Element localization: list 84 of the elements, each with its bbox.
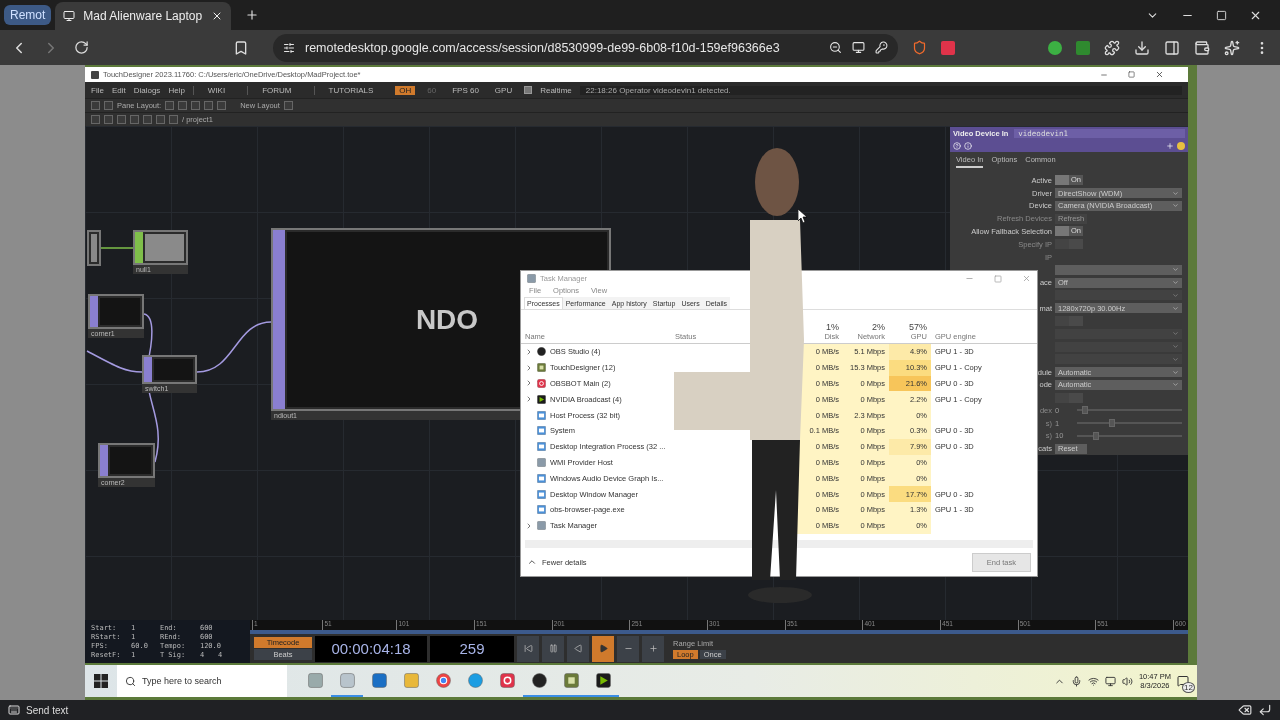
plus-icon bbox=[648, 644, 658, 653]
status-indicator: OH bbox=[395, 85, 416, 95]
close-icon[interactable] bbox=[1155, 70, 1164, 79]
expand-icon[interactable] bbox=[525, 521, 533, 530]
status-indicator: GPU bbox=[493, 85, 514, 95]
window-icon bbox=[537, 426, 546, 436]
input-strip bbox=[90, 296, 98, 327]
speaker-icon[interactable] bbox=[1121, 675, 1133, 687]
window-icon bbox=[537, 489, 546, 499]
key-icon[interactable] bbox=[875, 41, 888, 54]
link-button[interactable]: FORUM bbox=[247, 85, 306, 95]
input-strip bbox=[135, 232, 143, 263]
zoom-out-icon[interactable] bbox=[829, 41, 842, 54]
menu-item[interactable]: Dialogs bbox=[133, 85, 161, 95]
chevron-up-icon bbox=[527, 557, 537, 567]
search-icon bbox=[125, 675, 136, 687]
tab-icon bbox=[63, 10, 76, 22]
checkbox-label: Realtime bbox=[540, 85, 572, 95]
step-back-icon bbox=[573, 644, 583, 653]
extensions-icon[interactable] bbox=[1104, 39, 1120, 56]
preview-text: NDO bbox=[415, 303, 479, 336]
enter-icon[interactable] bbox=[1258, 703, 1272, 717]
pause-icon bbox=[548, 644, 558, 653]
operator-node[interactable] bbox=[98, 443, 155, 478]
new-tab-icon[interactable] bbox=[245, 8, 260, 22]
arrow-app-icon bbox=[537, 394, 546, 404]
menu-item[interactable]: File bbox=[91, 85, 104, 95]
window-icon bbox=[537, 505, 546, 515]
input-strip bbox=[144, 357, 152, 382]
app-icon bbox=[91, 70, 99, 79]
site-settings-icon bbox=[283, 41, 295, 54]
search-field[interactable]: Type here to search bbox=[117, 665, 287, 697]
add-button[interactable] bbox=[283, 101, 293, 110]
sparkle-icon[interactable] bbox=[1224, 39, 1240, 56]
operator-node[interactable] bbox=[133, 230, 188, 265]
bookmark-icon[interactable] bbox=[233, 39, 249, 56]
notification-count: 12 bbox=[1182, 682, 1195, 693]
status-indicator: FPS 60 bbox=[451, 85, 480, 95]
monitor-icon[interactable] bbox=[852, 41, 865, 54]
operator-node[interactable] bbox=[88, 294, 144, 329]
ring-app-icon bbox=[499, 672, 515, 688]
transport-button[interactable] bbox=[642, 635, 664, 662]
shield-icon[interactable] bbox=[912, 40, 927, 55]
link-button[interactable]: TUTORIALS bbox=[313, 85, 388, 95]
frame-display: 259 bbox=[430, 635, 514, 662]
window-icon bbox=[537, 442, 546, 452]
info-icon[interactable] bbox=[964, 141, 972, 150]
input-strip bbox=[100, 445, 108, 476]
microphone-icon[interactable] bbox=[1070, 675, 1082, 687]
checkbox[interactable] bbox=[524, 86, 533, 94]
menu-item[interactable]: Help bbox=[168, 85, 185, 95]
monitor-icon[interactable] bbox=[1104, 675, 1116, 687]
plus-icon[interactable] bbox=[1166, 141, 1174, 150]
help-icon[interactable] bbox=[953, 141, 961, 150]
timecode-display: 00:00:04:18 bbox=[315, 635, 427, 662]
menu-item[interactable]: Edit bbox=[111, 85, 126, 95]
keyboard-icon[interactable] bbox=[8, 704, 20, 716]
transport-button[interactable] bbox=[542, 635, 564, 662]
extension-icon[interactable] bbox=[1076, 40, 1090, 55]
browser-tab[interactable]: Remot bbox=[4, 5, 52, 25]
backspace-icon[interactable] bbox=[1238, 703, 1252, 717]
download-icon[interactable] bbox=[1134, 39, 1150, 56]
extension-icon[interactable] bbox=[1048, 40, 1062, 55]
transport-button[interactable] bbox=[592, 635, 614, 662]
connection-wire bbox=[100, 247, 134, 249]
rewind-icon bbox=[523, 644, 533, 653]
window-icon bbox=[537, 410, 546, 420]
address-bar[interactable]: remotedesktop.google.com/access/session/d8530999-de99-6b08-f10d-159ef96366e3 bbox=[273, 33, 898, 62]
reload-icon[interactable] bbox=[74, 40, 89, 55]
notification-icon[interactable] bbox=[1177, 675, 1189, 687]
operator-node[interactable] bbox=[87, 230, 101, 266]
link-button[interactable]: WIKI bbox=[192, 85, 240, 95]
arrow-app-icon bbox=[595, 672, 611, 688]
play-icon bbox=[598, 644, 608, 653]
status-message: 22:18:26 Operator videodevin1 detected. bbox=[579, 85, 1182, 95]
ring-app-icon bbox=[537, 379, 546, 388]
send-text-label[interactable]: Send text bbox=[26, 704, 69, 716]
operator-node[interactable] bbox=[142, 355, 197, 384]
browser-tab[interactable]: Mad Alienware Laptop bbox=[55, 2, 232, 30]
pointer-cursor-icon bbox=[798, 209, 808, 223]
wallet-icon[interactable] bbox=[1194, 39, 1210, 56]
window-icon bbox=[537, 473, 546, 483]
side-panel-icon[interactable] bbox=[1164, 39, 1180, 56]
network-icon[interactable] bbox=[1087, 675, 1099, 687]
